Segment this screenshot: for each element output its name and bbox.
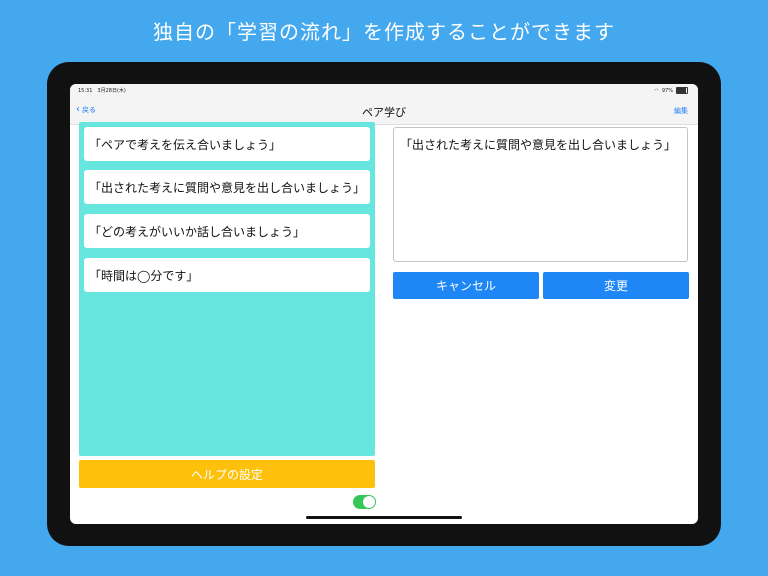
status-right: ◠ 97% <box>654 87 688 94</box>
wifi-icon: ◠ <box>654 87 659 94</box>
cancel-button[interactable]: キャンセル <box>393 272 539 299</box>
flow-list-panel: 「ペアで考えを伝え合いましょう」 「出された考えに質問や意見を出し合いましょう」… <box>79 122 375 456</box>
status-bar: 15:31 3月28日(木) ◠ 97% <box>70 84 698 98</box>
edit-button[interactable]: 編集 <box>674 106 688 116</box>
battery-icon <box>676 87 688 94</box>
battery-percent: 97% <box>661 87 673 94</box>
status-time: 15:31 3月28日(木) <box>78 88 126 94</box>
headline: 独自の「学習の流れ」を作成することができます <box>153 20 615 44</box>
flow-item-2[interactable]: 「出された考えに質問や意見を出し合いましょう」 <box>84 170 370 204</box>
navigation-bar: ‹ 戻る ペア学び 編集 <box>70 98 698 125</box>
flow-text-editor[interactable]: 「出された考えに質問や意見を出し合いましょう」 <box>393 127 688 262</box>
change-button[interactable]: 変更 <box>543 272 689 299</box>
toggle-knob <box>363 496 375 508</box>
flow-item-4[interactable]: 「時間は◯分です」 <box>84 258 370 292</box>
flow-item-3[interactable]: 「どの考えがいいか話し合いましょう」 <box>84 214 370 248</box>
page-title: ペア学び <box>362 106 406 119</box>
home-indicator[interactable] <box>306 516 462 519</box>
toggle-switch[interactable] <box>353 495 376 509</box>
app-screen: 15:31 3月28日(木) ◠ 97% ‹ 戻る ペア学び 編集 「ペアで考え… <box>70 84 698 524</box>
help-settings-button[interactable]: ヘルプの設定 <box>79 460 375 488</box>
flow-item-1[interactable]: 「ペアで考えを伝え合いましょう」 <box>84 127 370 161</box>
